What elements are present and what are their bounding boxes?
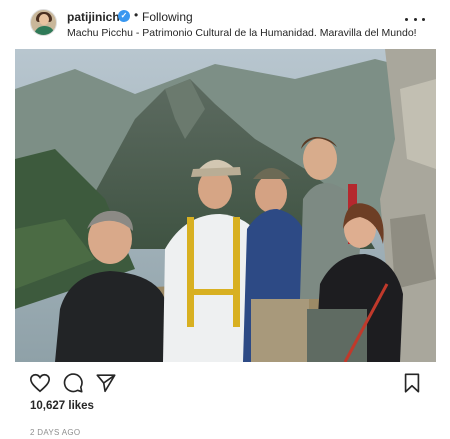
post-header: patijinich ✓ • Following Machu Picchu - …	[0, 0, 450, 48]
bookmark-icon[interactable]	[401, 372, 423, 394]
likes-count[interactable]: 10,627 likes	[30, 400, 94, 412]
paper-plane-icon[interactable]	[95, 372, 117, 394]
post-timestamp[interactable]: 2 DAYS AGO	[30, 428, 80, 437]
verified-badge-icon: ✓	[118, 10, 130, 22]
heart-icon[interactable]	[29, 372, 51, 394]
instagram-post: patijinich ✓ • Following Machu Picchu - …	[0, 0, 450, 439]
comment-bubble-icon[interactable]	[62, 372, 84, 394]
separator: •	[134, 8, 139, 22]
post-actions	[0, 366, 450, 396]
follow-status-button[interactable]: Following	[142, 10, 193, 24]
more-options-icon[interactable]	[405, 12, 425, 26]
post-caption: Machu Picchu - Patrimonio Cultural de la…	[67, 27, 417, 39]
avatar[interactable]	[30, 9, 57, 36]
username[interactable]: patijinich	[67, 10, 120, 24]
post-photo[interactable]	[15, 49, 436, 362]
